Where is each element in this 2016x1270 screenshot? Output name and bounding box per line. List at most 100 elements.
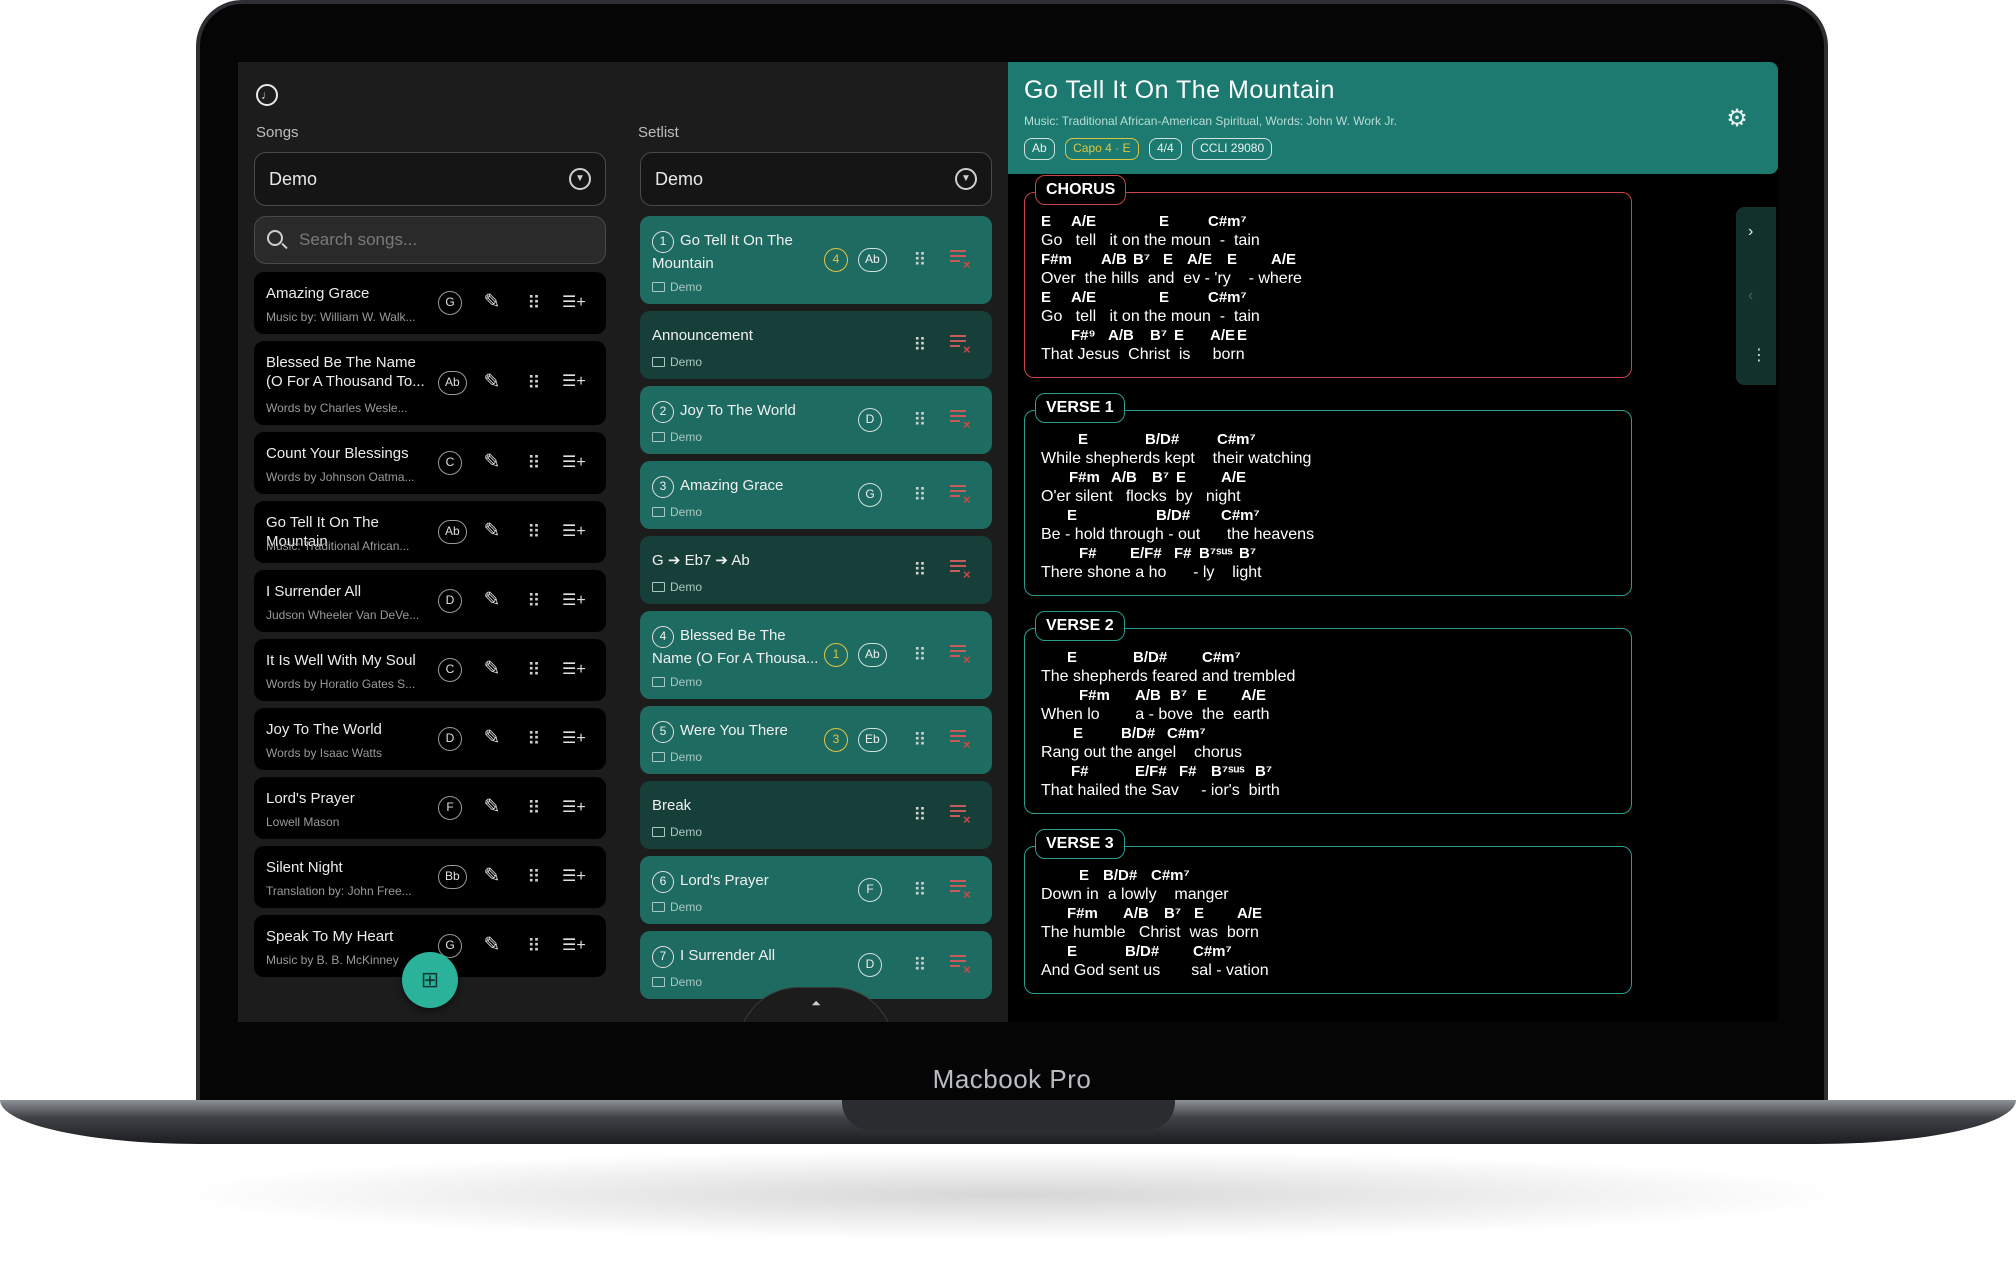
drag-handle-icon[interactable]: ⠿	[526, 936, 540, 956]
key-chip[interactable]: Ab	[1024, 138, 1055, 160]
remove-from-setlist-icon[interactable]: ×	[950, 560, 972, 581]
chord[interactable]: A/B	[1101, 251, 1127, 268]
chord[interactable]: B⁷ˢᵘˢ	[1211, 763, 1245, 780]
chord[interactable]: E	[1041, 213, 1051, 230]
edit-icon[interactable]: ✎	[480, 370, 504, 394]
chord[interactable]: A/E	[1187, 251, 1212, 268]
drag-handle-icon[interactable]: ⠿	[912, 250, 926, 270]
chord[interactable]: E/F#	[1130, 545, 1162, 562]
drag-handle-icon[interactable]: ⠿	[912, 805, 926, 825]
drag-handle-icon[interactable]: ⠿	[912, 645, 926, 665]
edit-icon[interactable]: ✎	[480, 726, 504, 750]
chord[interactable]: F#	[1179, 763, 1197, 780]
song-row[interactable]: Joy To The World Words by Isaac Watts D ✎ ⠿ ☰…	[254, 708, 606, 770]
chord[interactable]: B⁷	[1164, 905, 1181, 922]
chord[interactable]: A/E	[1241, 687, 1266, 704]
setlist-item[interactable]: 4 Blessed Be The Name (O For A Thousa... D…	[640, 611, 992, 699]
remove-from-setlist-icon[interactable]: ×	[950, 410, 972, 431]
drag-handle-icon[interactable]: ⠿	[526, 522, 540, 542]
chord[interactable]: F#	[1071, 763, 1089, 780]
song-row[interactable]: Count Your Blessings Words by Johnson Oat…	[254, 432, 606, 494]
chord[interactable]: B/D#	[1103, 867, 1137, 884]
chord[interactable]: C#m⁷	[1208, 289, 1247, 306]
chevron-left-icon[interactable]: ‹	[1748, 287, 1753, 305]
playlist-add-icon[interactable]: ☰+	[562, 796, 588, 820]
chord[interactable]: B/D#	[1121, 725, 1155, 742]
app-logo-icon[interactable]: ♩	[256, 84, 278, 106]
chord[interactable]: E	[1227, 251, 1237, 268]
setlist-item[interactable]: 2 Joy To The World Demo D ⠿ ×	[640, 386, 992, 454]
gear-icon[interactable]: ⚙	[1724, 106, 1750, 132]
setlist-separator[interactable]: G ➔ Eb7 ➔ Ab Demo ⠿ ×	[640, 536, 992, 604]
song-search[interactable]	[254, 216, 606, 264]
chord[interactable]: A/E	[1221, 469, 1246, 486]
chord[interactable]: F#m	[1067, 905, 1098, 922]
drag-handle-icon[interactable]: ⠿	[912, 955, 926, 975]
chord[interactable]: A/B	[1123, 905, 1149, 922]
chord[interactable]: E	[1159, 213, 1169, 230]
chord[interactable]: E	[1079, 867, 1089, 884]
drag-handle-icon[interactable]: ⠿	[526, 453, 540, 473]
playlist-add-icon[interactable]: ☰+	[562, 934, 588, 958]
chord[interactable]: E	[1078, 431, 1088, 448]
songs-folder-select[interactable]: Demo ▼	[254, 152, 606, 206]
chord[interactable]: B/D#	[1145, 431, 1179, 448]
chord[interactable]: A/B	[1111, 469, 1137, 486]
setlist-item[interactable]: 3 Amazing Grace Demo G ⠿ ×	[640, 461, 992, 529]
chord[interactable]: B/D#	[1125, 943, 1159, 960]
chord[interactable]: C#m⁷	[1151, 867, 1190, 884]
edit-icon[interactable]: ✎	[480, 290, 504, 314]
drag-handle-icon[interactable]: ⠿	[526, 293, 540, 313]
edit-icon[interactable]: ✎	[480, 657, 504, 681]
drag-handle-icon[interactable]: ⠿	[912, 560, 926, 580]
playlist-add-icon[interactable]: ☰+	[562, 865, 588, 889]
song-row[interactable]: Lord's Prayer Lowell Mason F ✎ ⠿ ☰+	[254, 777, 606, 839]
chord[interactable]: A/E	[1071, 213, 1096, 230]
chord[interactable]: E	[1197, 687, 1207, 704]
setlist-select[interactable]: Demo ▼	[640, 152, 992, 206]
chord[interactable]: F#	[1079, 545, 1097, 562]
chord[interactable]: E	[1176, 469, 1186, 486]
chord[interactable]: E	[1194, 905, 1204, 922]
chord[interactable]: C#m⁷	[1193, 943, 1232, 960]
playlist-add-icon[interactable]: ☰+	[562, 370, 588, 394]
chord[interactable]: C#m⁷	[1221, 507, 1260, 524]
capo-chip[interactable]: Capo 4 · E	[1065, 138, 1139, 160]
playlist-add-icon[interactable]: ☰+	[562, 520, 588, 544]
setlist-item[interactable]: 1 Go Tell It On The Mountain Demo 4 Ab ⠿ ×	[640, 216, 992, 304]
edit-icon[interactable]: ✎	[480, 864, 504, 888]
song-row[interactable]: It Is Well With My Soul Words by Horatio …	[254, 639, 606, 701]
chord[interactable]: B⁷	[1133, 251, 1150, 268]
chord[interactable]: F#⁹	[1071, 327, 1096, 344]
chord[interactable]: C#m⁷	[1167, 725, 1206, 742]
playlist-add-icon[interactable]: ☰+	[562, 291, 588, 315]
chord[interactable]: F#	[1174, 545, 1192, 562]
edit-icon[interactable]: ✎	[480, 519, 504, 543]
song-row[interactable]: Amazing Grace Music by: William W. Walk..…	[254, 272, 606, 334]
chord[interactable]: F#m	[1069, 469, 1100, 486]
drag-handle-icon[interactable]: ⠿	[912, 335, 926, 355]
chord[interactable]: B/D#	[1133, 649, 1167, 666]
chord[interactable]: E	[1174, 327, 1184, 344]
chord[interactable]: A/E	[1237, 905, 1262, 922]
chord[interactable]: C#m⁷	[1202, 649, 1241, 666]
remove-from-setlist-icon[interactable]: ×	[950, 730, 972, 751]
chord[interactable]: B⁷	[1255, 763, 1272, 780]
edit-icon[interactable]: ✎	[480, 588, 504, 612]
chord[interactable]: E	[1067, 507, 1077, 524]
remove-from-setlist-icon[interactable]: ×	[950, 880, 972, 901]
chord[interactable]: A/E	[1271, 251, 1296, 268]
chevron-right-icon[interactable]: ›	[1748, 223, 1753, 241]
drag-handle-icon[interactable]: ⠿	[526, 867, 540, 887]
song-row[interactable]: I Surrender All Judson Wheeler Van DeVe..…	[254, 570, 606, 632]
search-input[interactable]	[299, 226, 589, 254]
chord[interactable]: B⁷	[1170, 687, 1187, 704]
chord[interactable]: B⁷	[1152, 469, 1169, 486]
remove-from-setlist-icon[interactable]: ×	[950, 485, 972, 506]
chord[interactable]: E	[1159, 289, 1169, 306]
drag-handle-icon[interactable]: ⠿	[912, 485, 926, 505]
drag-handle-icon[interactable]: ⠿	[912, 410, 926, 430]
playlist-add-icon[interactable]: ☰+	[562, 451, 588, 475]
playlist-add-icon[interactable]: ☰+	[562, 658, 588, 682]
drag-handle-icon[interactable]: ⠿	[912, 730, 926, 750]
